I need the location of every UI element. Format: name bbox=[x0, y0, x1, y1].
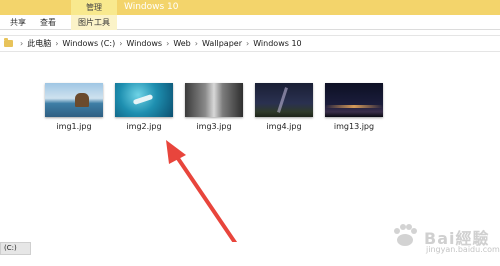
file-name: img2.jpg bbox=[126, 122, 162, 131]
chevron-right-icon[interactable]: › bbox=[119, 39, 122, 48]
file-item-img13[interactable]: img13.jpg bbox=[323, 83, 385, 131]
image-thumbnail[interactable] bbox=[255, 83, 313, 117]
address-bar: › 此电脑 › Windows (C:) › Windows › Web › W… bbox=[0, 30, 500, 57]
file-item-img4[interactable]: img4.jpg bbox=[253, 83, 315, 131]
file-item-img2[interactable]: img2.jpg bbox=[113, 83, 175, 131]
image-thumbnail[interactable] bbox=[185, 83, 243, 117]
tab-share[interactable]: 共享 bbox=[10, 15, 26, 30]
window-title: Windows 10 bbox=[124, 2, 179, 12]
breadcrumb-windows-10[interactable]: Windows 10 bbox=[253, 39, 301, 48]
file-name: img13.jpg bbox=[333, 122, 375, 131]
ribbon-tabs: 共享 查看 图片工具 bbox=[0, 15, 500, 30]
breadcrumb-windows[interactable]: Windows bbox=[126, 39, 162, 48]
baidu-watermark: Bai經驗 jingyan.baidu.com bbox=[382, 216, 500, 260]
chevron-right-icon[interactable]: › bbox=[166, 39, 169, 48]
breadcrumb-wallpaper[interactable]: Wallpaper bbox=[202, 39, 242, 48]
watermark-url: jingyan.baidu.com bbox=[426, 245, 500, 254]
tab-manage[interactable]: 管理 bbox=[71, 0, 117, 15]
paw-icon bbox=[394, 224, 417, 246]
breadcrumb-windows-c[interactable]: Windows (C:) bbox=[62, 39, 115, 48]
file-item-img1[interactable]: img1.jpg bbox=[43, 83, 105, 131]
image-thumbnail[interactable] bbox=[115, 83, 173, 117]
chevron-right-icon[interactable]: › bbox=[20, 39, 23, 48]
breadcrumb-this-pc[interactable]: 此电脑 bbox=[27, 38, 51, 49]
image-thumbnail[interactable] bbox=[45, 83, 103, 117]
tab-picture-tools[interactable]: 图片工具 bbox=[71, 15, 117, 30]
chevron-right-icon[interactable]: › bbox=[195, 39, 198, 48]
drive-label[interactable]: (C:) bbox=[0, 242, 31, 255]
file-name: img3.jpg bbox=[196, 122, 232, 131]
image-thumbnail[interactable] bbox=[325, 83, 383, 117]
file-list: img1.jpg img2.jpg img3.jpg img4.jpg img1… bbox=[0, 57, 500, 242]
title-bar: 管理 Windows 10 bbox=[0, 0, 500, 15]
file-name: img4.jpg bbox=[266, 122, 302, 131]
breadcrumb[interactable]: › 此电脑 › Windows (C:) › Windows › Web › W… bbox=[0, 35, 500, 52]
file-item-img3[interactable]: img3.jpg bbox=[183, 83, 245, 131]
chevron-right-icon[interactable]: › bbox=[55, 39, 58, 48]
folder-icon bbox=[4, 38, 13, 47]
file-name: img1.jpg bbox=[56, 122, 92, 131]
chevron-right-icon[interactable]: › bbox=[246, 39, 249, 48]
tab-view[interactable]: 查看 bbox=[40, 15, 56, 30]
breadcrumb-web[interactable]: Web bbox=[173, 39, 190, 48]
